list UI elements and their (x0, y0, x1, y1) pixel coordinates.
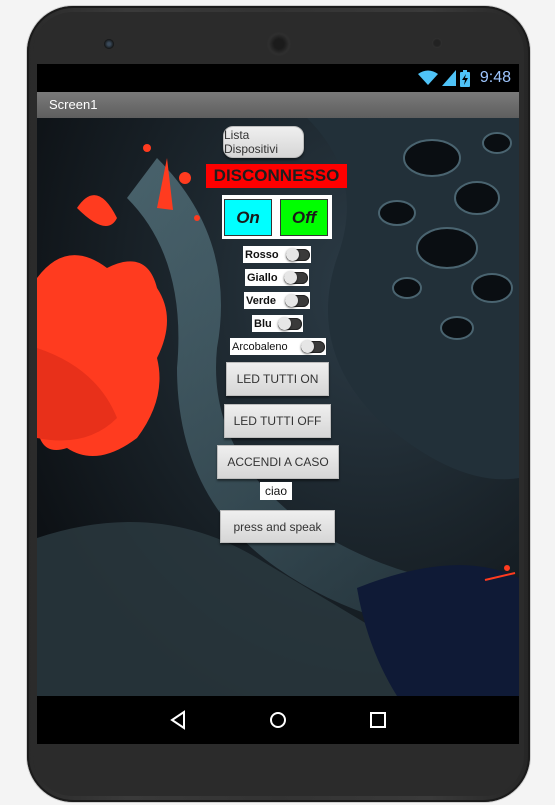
toggle-switch[interactable] (286, 247, 310, 261)
switch-rosso[interactable]: Rosso (243, 246, 311, 263)
switch-label: Arcobaleno (232, 340, 288, 353)
switch-label: Blu (254, 317, 272, 330)
switch-label: Giallo (247, 271, 278, 284)
device-screen: 9:48 Screen1 Lista Dispositivi DISCONNES… (37, 64, 519, 744)
on-off-group: On Off (222, 195, 332, 239)
connection-status-label: DISCONNESSO (206, 164, 347, 188)
earpiece-speaker (267, 32, 291, 56)
front-camera (104, 39, 114, 49)
app-content: Lista Dispositivi DISCONNESSO On Off Ros… (37, 118, 519, 696)
led-all-on-button[interactable]: LED TUTTI ON (226, 362, 329, 396)
screen-title: Screen1 (49, 97, 98, 112)
toggle-switch[interactable] (285, 293, 309, 307)
app-title-bar: Screen1 (37, 92, 519, 119)
switch-giallo[interactable]: Giallo (245, 269, 309, 286)
recents-icon[interactable] (366, 708, 390, 732)
device-list-button[interactable]: Lista Dispositivi (223, 126, 304, 158)
proximity-sensor (432, 38, 442, 48)
random-on-button[interactable]: ACCENDI A CASO (217, 445, 339, 479)
home-icon[interactable] (266, 708, 290, 732)
ciao-label: ciao (260, 482, 292, 500)
on-button[interactable]: On (224, 199, 272, 236)
back-icon[interactable] (166, 708, 190, 732)
navigation-bar (37, 696, 519, 744)
toggle-switch[interactable] (301, 339, 325, 353)
wifi-icon (417, 70, 438, 85)
led-all-off-button[interactable]: LED TUTTI OFF (224, 404, 331, 438)
battery-icon (459, 69, 470, 87)
switch-arcobaleno[interactable]: Arcobaleno (230, 338, 326, 355)
signal-icon (441, 70, 456, 86)
switch-verde[interactable]: Verde (244, 292, 310, 309)
press-and-speak-button[interactable]: press and speak (220, 510, 335, 543)
toggle-switch[interactable] (284, 270, 308, 284)
off-button[interactable]: Off (280, 199, 328, 236)
status-clock: 9:48 (479, 69, 511, 86)
switch-label: Verde (246, 294, 276, 307)
toggle-switch[interactable] (278, 316, 302, 330)
switch-blu[interactable]: Blu (252, 315, 303, 332)
switch-label: Rosso (245, 248, 279, 261)
status-bar: 9:48 (37, 64, 519, 92)
